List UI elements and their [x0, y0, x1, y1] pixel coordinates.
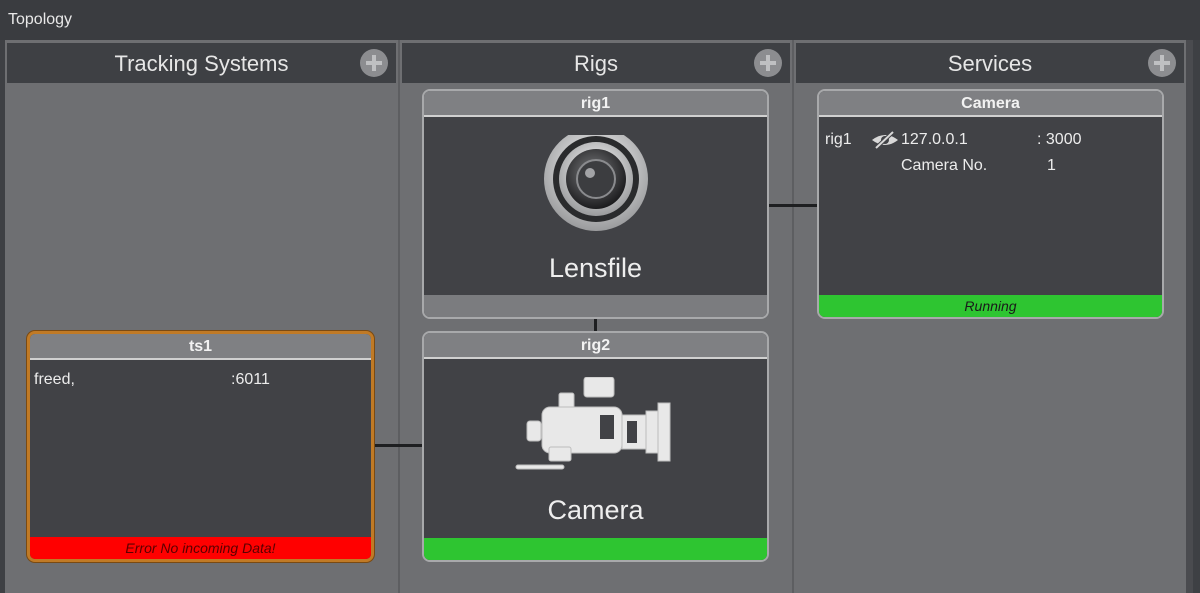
- rigs-title: Rigs: [573, 51, 618, 76]
- rig-card-rig2[interactable]: rig2 Camera: [422, 331, 769, 562]
- tracking-port: :6011: [231, 371, 270, 388]
- service-port: : 3000: [1037, 131, 1082, 148]
- service-ip: 127.0.0.1: [901, 131, 968, 148]
- tracking-systems-title: Tracking Systems: [114, 51, 289, 76]
- tracking-status-bar: Error No incoming Data!: [30, 537, 371, 559]
- service-card-title: Camera: [819, 91, 1162, 117]
- rig-status-bar: [424, 538, 767, 560]
- video-camera-icon: [424, 376, 767, 477]
- connection-line-rig1-camera: [769, 204, 817, 207]
- service-field-value: 1: [1047, 157, 1056, 174]
- tracking-system-title: ts1: [30, 334, 371, 360]
- services-header: Services: [796, 43, 1184, 83]
- rig-card-label: Camera: [547, 495, 644, 525]
- eye-slash-icon[interactable]: [871, 130, 899, 154]
- tracking-protocol: freed,: [34, 371, 75, 388]
- rig-status-bar: [424, 295, 767, 317]
- add-rig-button[interactable]: [754, 49, 782, 77]
- add-service-button[interactable]: [1148, 49, 1176, 77]
- rig-card-label: Lensfile: [548, 253, 643, 283]
- add-tracking-system-button[interactable]: [360, 49, 388, 77]
- tracking-systems-header: Tracking Systems: [7, 43, 396, 83]
- service-field-label: Camera No.: [901, 157, 988, 174]
- tracking-system-card-ts1[interactable]: ts1 freed, :6011 Error No incoming Data!: [27, 331, 374, 562]
- rig-card-title: rig2: [424, 333, 767, 359]
- rig-card-rig1[interactable]: rig1 Lensfile: [422, 89, 769, 319]
- scrollbar[interactable]: [1186, 40, 1193, 593]
- service-status-bar: Running: [819, 295, 1162, 317]
- window-title: Topology: [8, 11, 73, 28]
- connection-line-ts1-rig2: [374, 444, 422, 447]
- connection-line-rig1-rig2: [594, 319, 597, 331]
- lens-icon: [424, 127, 767, 235]
- window-titlebar: Topology: [0, 0, 1200, 40]
- service-card-camera[interactable]: Camera rig1 127.0.0.1 : 3000 Camera No. …: [817, 89, 1164, 319]
- service-rig-name: rig1: [825, 131, 852, 148]
- rigs-header: Rigs: [402, 43, 790, 83]
- rig-card-title: rig1: [424, 91, 767, 117]
- services-title: Services: [947, 51, 1033, 76]
